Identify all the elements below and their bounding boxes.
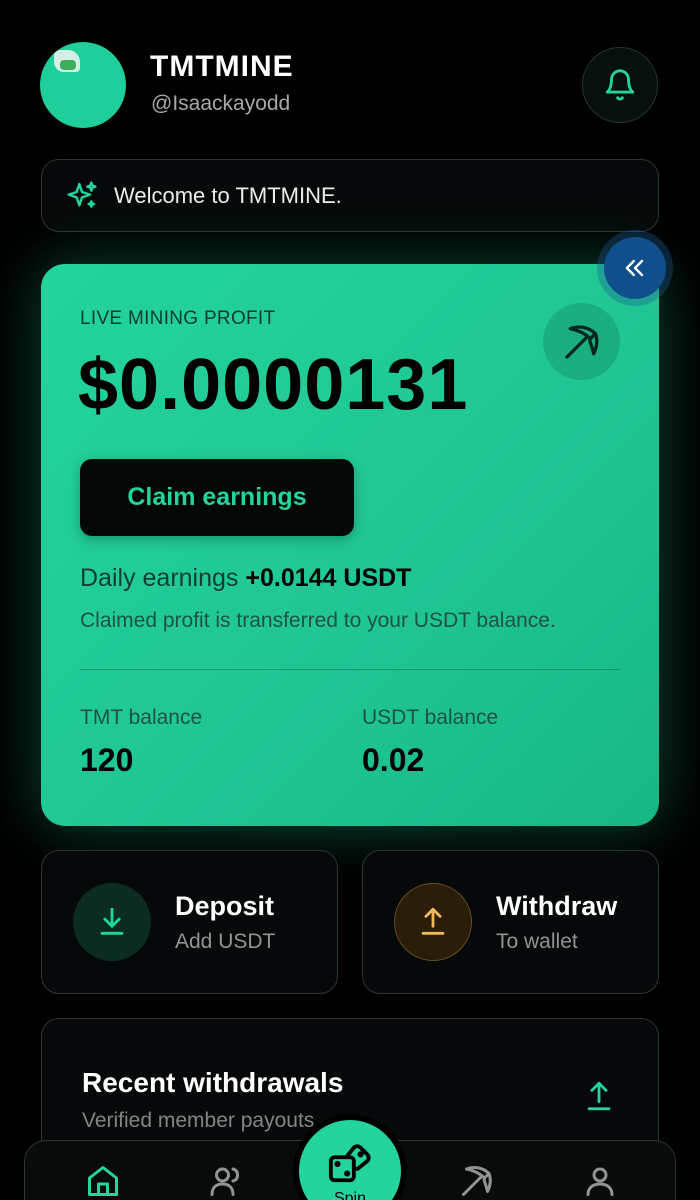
- recent-withdrawals-subtitle: Verified member payouts: [82, 1109, 315, 1132]
- withdraw-card[interactable]: Withdraw To wallet: [362, 850, 659, 994]
- withdraw-icon-circle: [394, 883, 472, 961]
- deposit-subtitle: Add USDT: [175, 930, 276, 953]
- notifications-button[interactable]: [582, 47, 658, 123]
- deposit-card[interactable]: Deposit Add USDT: [41, 850, 338, 994]
- upload-icon: [421, 907, 445, 935]
- nav-mining[interactable]: [457, 1163, 497, 1200]
- app-title: TMTMINE: [150, 50, 294, 83]
- pickaxe-icon: [462, 1166, 492, 1196]
- welcome-text: Welcome to TMTMINE.: [114, 182, 342, 208]
- users-icon: [210, 1167, 239, 1196]
- deposit-title: Deposit: [175, 891, 275, 921]
- sparkle-icon: [67, 180, 97, 208]
- claim-earnings-button[interactable]: Claim earnings: [80, 459, 354, 536]
- user-icon: [586, 1167, 614, 1196]
- nav-profile[interactable]: [580, 1163, 620, 1200]
- home-icon: [88, 1166, 118, 1196]
- avatar[interactable]: [40, 42, 126, 128]
- mining-profit-card: LIVE MINING PROFIT $0.0000131 Claim earn…: [41, 264, 659, 826]
- welcome-banner: Welcome to TMTMINE.: [41, 159, 659, 232]
- nav-team[interactable]: [207, 1163, 247, 1200]
- usdt-balance-label: USDT balance: [362, 706, 499, 729]
- spin-label: Spin: [333, 1190, 367, 1200]
- mining-status-button[interactable]: [543, 303, 620, 380]
- mining-profit-value: $0.0000131: [78, 345, 469, 425]
- tmt-balance-label: TMT balance: [80, 706, 203, 729]
- daily-earnings: Daily earnings +0.0144 USDT: [80, 564, 411, 593]
- chevrons-left-icon: [625, 259, 644, 277]
- withdraw-subtitle: To wallet: [496, 930, 578, 953]
- collapse-panel-button[interactable]: [597, 230, 673, 306]
- download-icon: [100, 907, 124, 935]
- upload-icon: [587, 1081, 611, 1111]
- daily-earnings-value: +0.0144 USDT: [245, 564, 412, 592]
- usdt-balance-value: 0.02: [362, 742, 425, 778]
- claim-info-text: Claimed profit is transferred to your US…: [80, 609, 556, 632]
- nav-home[interactable]: [83, 1163, 123, 1200]
- collapse-button-inner: [604, 237, 666, 299]
- recent-withdrawals-title: Recent withdrawals: [82, 1067, 344, 1098]
- dice-icon: [328, 1144, 371, 1183]
- withdraw-title: Withdraw: [496, 891, 618, 921]
- tmt-balance-value: 120: [80, 742, 134, 778]
- deposit-icon-circle: [73, 883, 151, 961]
- bell-icon: [605, 69, 635, 101]
- divider: [80, 669, 620, 670]
- live-mining-label: LIVE MINING PROFIT: [80, 308, 276, 329]
- daily-earnings-label: Daily earnings: [80, 564, 239, 592]
- username-handle: @Isaackayodd: [151, 92, 291, 115]
- avatar-image-detail: [60, 60, 76, 70]
- pickaxe-icon: [564, 324, 598, 359]
